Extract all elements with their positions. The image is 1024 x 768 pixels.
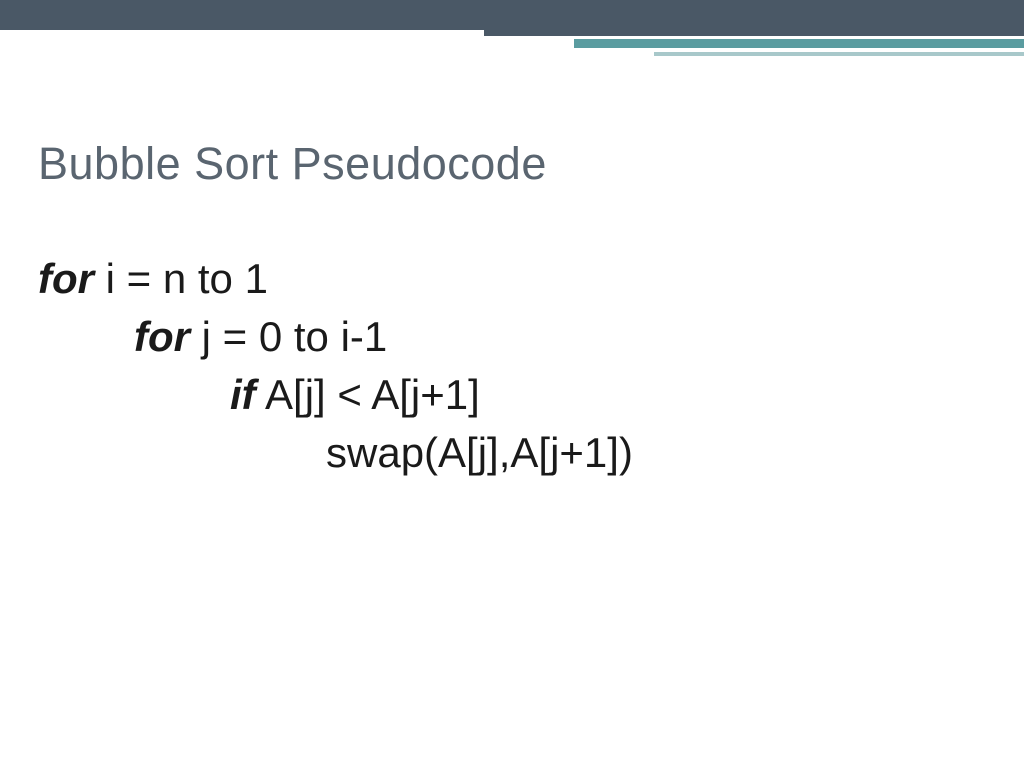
code-line-4: swap(A[j],A[j+1]) xyxy=(38,424,633,482)
slide-top-band xyxy=(0,0,1024,30)
code-text: A[j] < A[j+1] xyxy=(256,371,480,418)
code-text: swap(A[j],A[j+1]) xyxy=(326,429,633,476)
slide-title: Bubble Sort Pseudocode xyxy=(38,138,547,190)
code-text: j = 0 to i-1 xyxy=(190,313,387,360)
code-text: i = n to 1 xyxy=(94,255,268,302)
code-line-3: if A[j] < A[j+1] xyxy=(38,366,633,424)
code-line-2: for j = 0 to i-1 xyxy=(38,308,633,366)
keyword-for: for xyxy=(134,313,190,360)
pseudocode-block: for i = n to 1 for j = 0 to i-1 if A[j] … xyxy=(38,250,633,482)
keyword-if: if xyxy=(230,371,256,418)
accent-line-light xyxy=(654,52,1024,56)
accent-line-teal xyxy=(574,39,1024,48)
accent-line-dark xyxy=(484,30,1024,36)
slide-accent-lines xyxy=(484,30,1024,56)
code-line-1: for i = n to 1 xyxy=(38,250,633,308)
keyword-for: for xyxy=(38,255,94,302)
